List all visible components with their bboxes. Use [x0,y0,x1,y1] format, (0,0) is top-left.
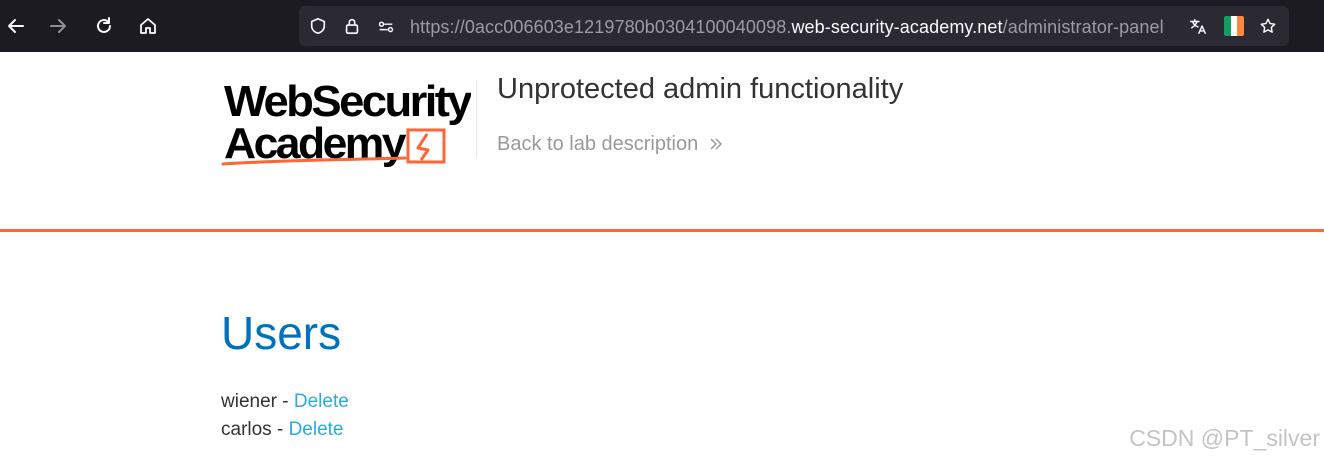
csdn-watermark: CSDN @PT_silver [1129,425,1320,451]
back-to-lab-description-link[interactable]: Back to lab description [497,132,724,156]
user-row-wiener: wiener - Delete [221,388,349,416]
header-divider [476,80,477,158]
user-name: wiener [221,391,277,412]
web-security-academy-logo[interactable]: WebSecurity Academy [221,77,476,168]
lock-icon[interactable] [342,16,362,36]
user-separator: - [271,419,289,440]
back-link-label: Back to lab description [497,133,699,155]
url-path: /administrator-panel [1002,17,1164,37]
permissions-icon[interactable] [376,16,396,36]
translate-icon[interactable] [1188,16,1208,36]
url-host: web-security-academy.net [791,17,1003,37]
user-row-carlos: carlos - Delete [221,416,349,444]
reload-icon[interactable] [88,10,120,42]
ireland-flag-icon[interactable] [1224,16,1244,36]
forward-arrow-icon[interactable] [42,10,74,42]
home-icon[interactable] [132,10,164,42]
back-arrow-icon[interactable] [0,10,32,42]
delete-carlos-link[interactable]: Delete [289,419,344,440]
url-text[interactable]: https://0acc006603e1219780b0304100040098… [410,16,1180,38]
user-list: wiener - Delete carlos - Delete [221,388,349,444]
user-separator: - [276,391,294,412]
lab-title: Unprotected admin functionality [497,73,904,105]
url-bar[interactable]: https://0acc006603e1219780b0304100040098… [299,6,1289,46]
url-prefix: https://0acc006603e1219780b0304100040098… [410,17,792,37]
double-chevron-right-icon [710,138,723,150]
header-orange-rule [0,229,1324,232]
users-heading: Users [221,307,342,359]
user-name: carlos [221,419,272,440]
shield-icon[interactable] [308,16,328,36]
browser-toolbar: https://0acc006603e1219780b0304100040098… [0,0,1324,52]
bookmark-star-icon[interactable] [1258,16,1278,36]
delete-wiener-link[interactable]: Delete [294,391,349,412]
